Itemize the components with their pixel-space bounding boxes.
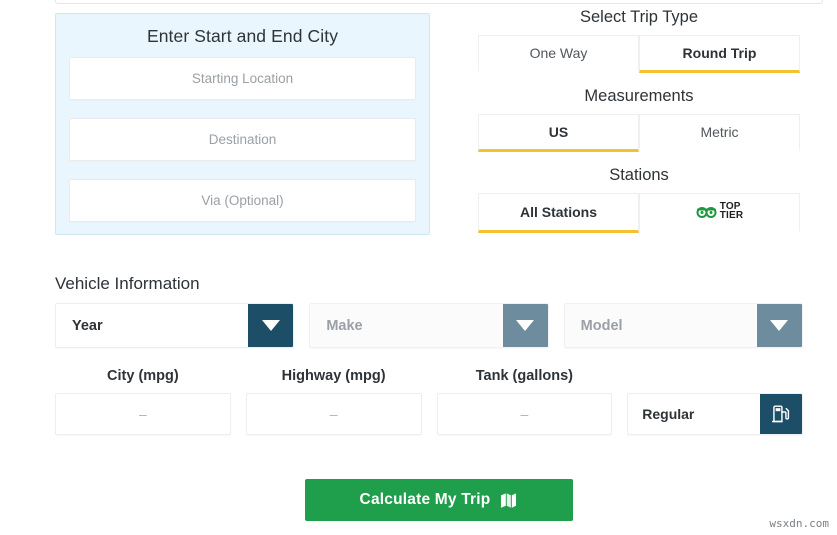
via-input[interactable]: Via (Optional) [69,179,416,222]
chevron-down-icon[interactable] [248,304,293,347]
vehicle-year-label: Year [56,304,248,347]
chevron-down-icon[interactable] [757,304,802,347]
vehicle-specs-row: City (mpg) – Highway (mpg) – Tank (gallo… [55,368,803,435]
city-inputs: Starting Location Destination Via (Optio… [56,47,429,222]
tank-gallons-cell: Tank (gallons) – [437,368,613,435]
city-mpg-label: City (mpg) [55,368,231,384]
gas-pump-glyph [771,404,791,424]
highway-mpg-label: Highway (mpg) [246,368,422,384]
measurements-us-button[interactable]: US [478,114,639,152]
top-tier-wordmark: TOP TIER [720,202,744,221]
trip-calculator-form: Enter Start and End City Starting Locati… [0,0,837,535]
highway-mpg-input[interactable]: – [246,393,422,435]
destination-input[interactable]: Destination [69,118,416,161]
measurements-title: Measurements [478,87,800,106]
vehicle-make-label: Make [310,304,502,347]
trip-type-one-way-button[interactable]: One Way [478,35,639,73]
vehicle-model-label: Model [565,304,757,347]
start-location-input[interactable]: Starting Location [69,57,416,100]
tank-gallons-label: Tank (gallons) [437,368,613,384]
trip-type-title: Select Trip Type [478,8,800,27]
tank-gallons-input[interactable]: – [437,393,613,435]
city-mpg-cell: City (mpg) – [55,368,231,435]
gas-pump-icon[interactable] [760,394,802,434]
city-mpg-input[interactable]: – [55,393,231,435]
stations-title: Stations [478,166,800,185]
calculate-my-trip-button[interactable]: Calculate My Trip [305,479,573,521]
fuel-type-cell: Regular [627,368,803,435]
measurements-toggle-group: US Metric [478,114,800,152]
trip-type-round-trip-button[interactable]: Round Trip [639,35,800,73]
vehicle-information-heading: Vehicle Information [55,274,200,294]
vehicle-select-row: Year Make Model [55,303,803,348]
fuel-type-value: Regular [628,394,760,434]
site-watermark: wsxdn.com [769,517,829,530]
vehicle-model-select[interactable]: Model [564,303,803,348]
stations-top-tier-button[interactable]: TOP TIER [639,193,800,233]
highway-mpg-cell: Highway (mpg) – [246,368,422,435]
top-tier-rings-icon [696,205,718,218]
options-column: Select Trip Type One Way Round Trip Meas… [478,8,800,233]
top-cutoff-card [55,0,823,4]
stations-toggle-group: All Stations TOP TIER [478,193,800,233]
top-tier-line-2: TIER [720,211,744,221]
map-icon [499,491,518,510]
stations-all-button[interactable]: All Stations [478,193,639,233]
vehicle-year-select[interactable]: Year [55,303,294,348]
chevron-down-icon[interactable] [503,304,548,347]
city-entry-panel: Enter Start and End City Starting Locati… [55,13,430,235]
vehicle-make-select[interactable]: Make [309,303,548,348]
top-tier-logo: TOP TIER [696,202,744,221]
calculate-button-label: Calculate My Trip [360,491,491,509]
city-panel-title: Enter Start and End City [56,14,429,47]
measurements-metric-button[interactable]: Metric [639,114,800,152]
trip-type-toggle-group: One Way Round Trip [478,35,800,73]
fuel-type-select[interactable]: Regular [627,393,803,435]
